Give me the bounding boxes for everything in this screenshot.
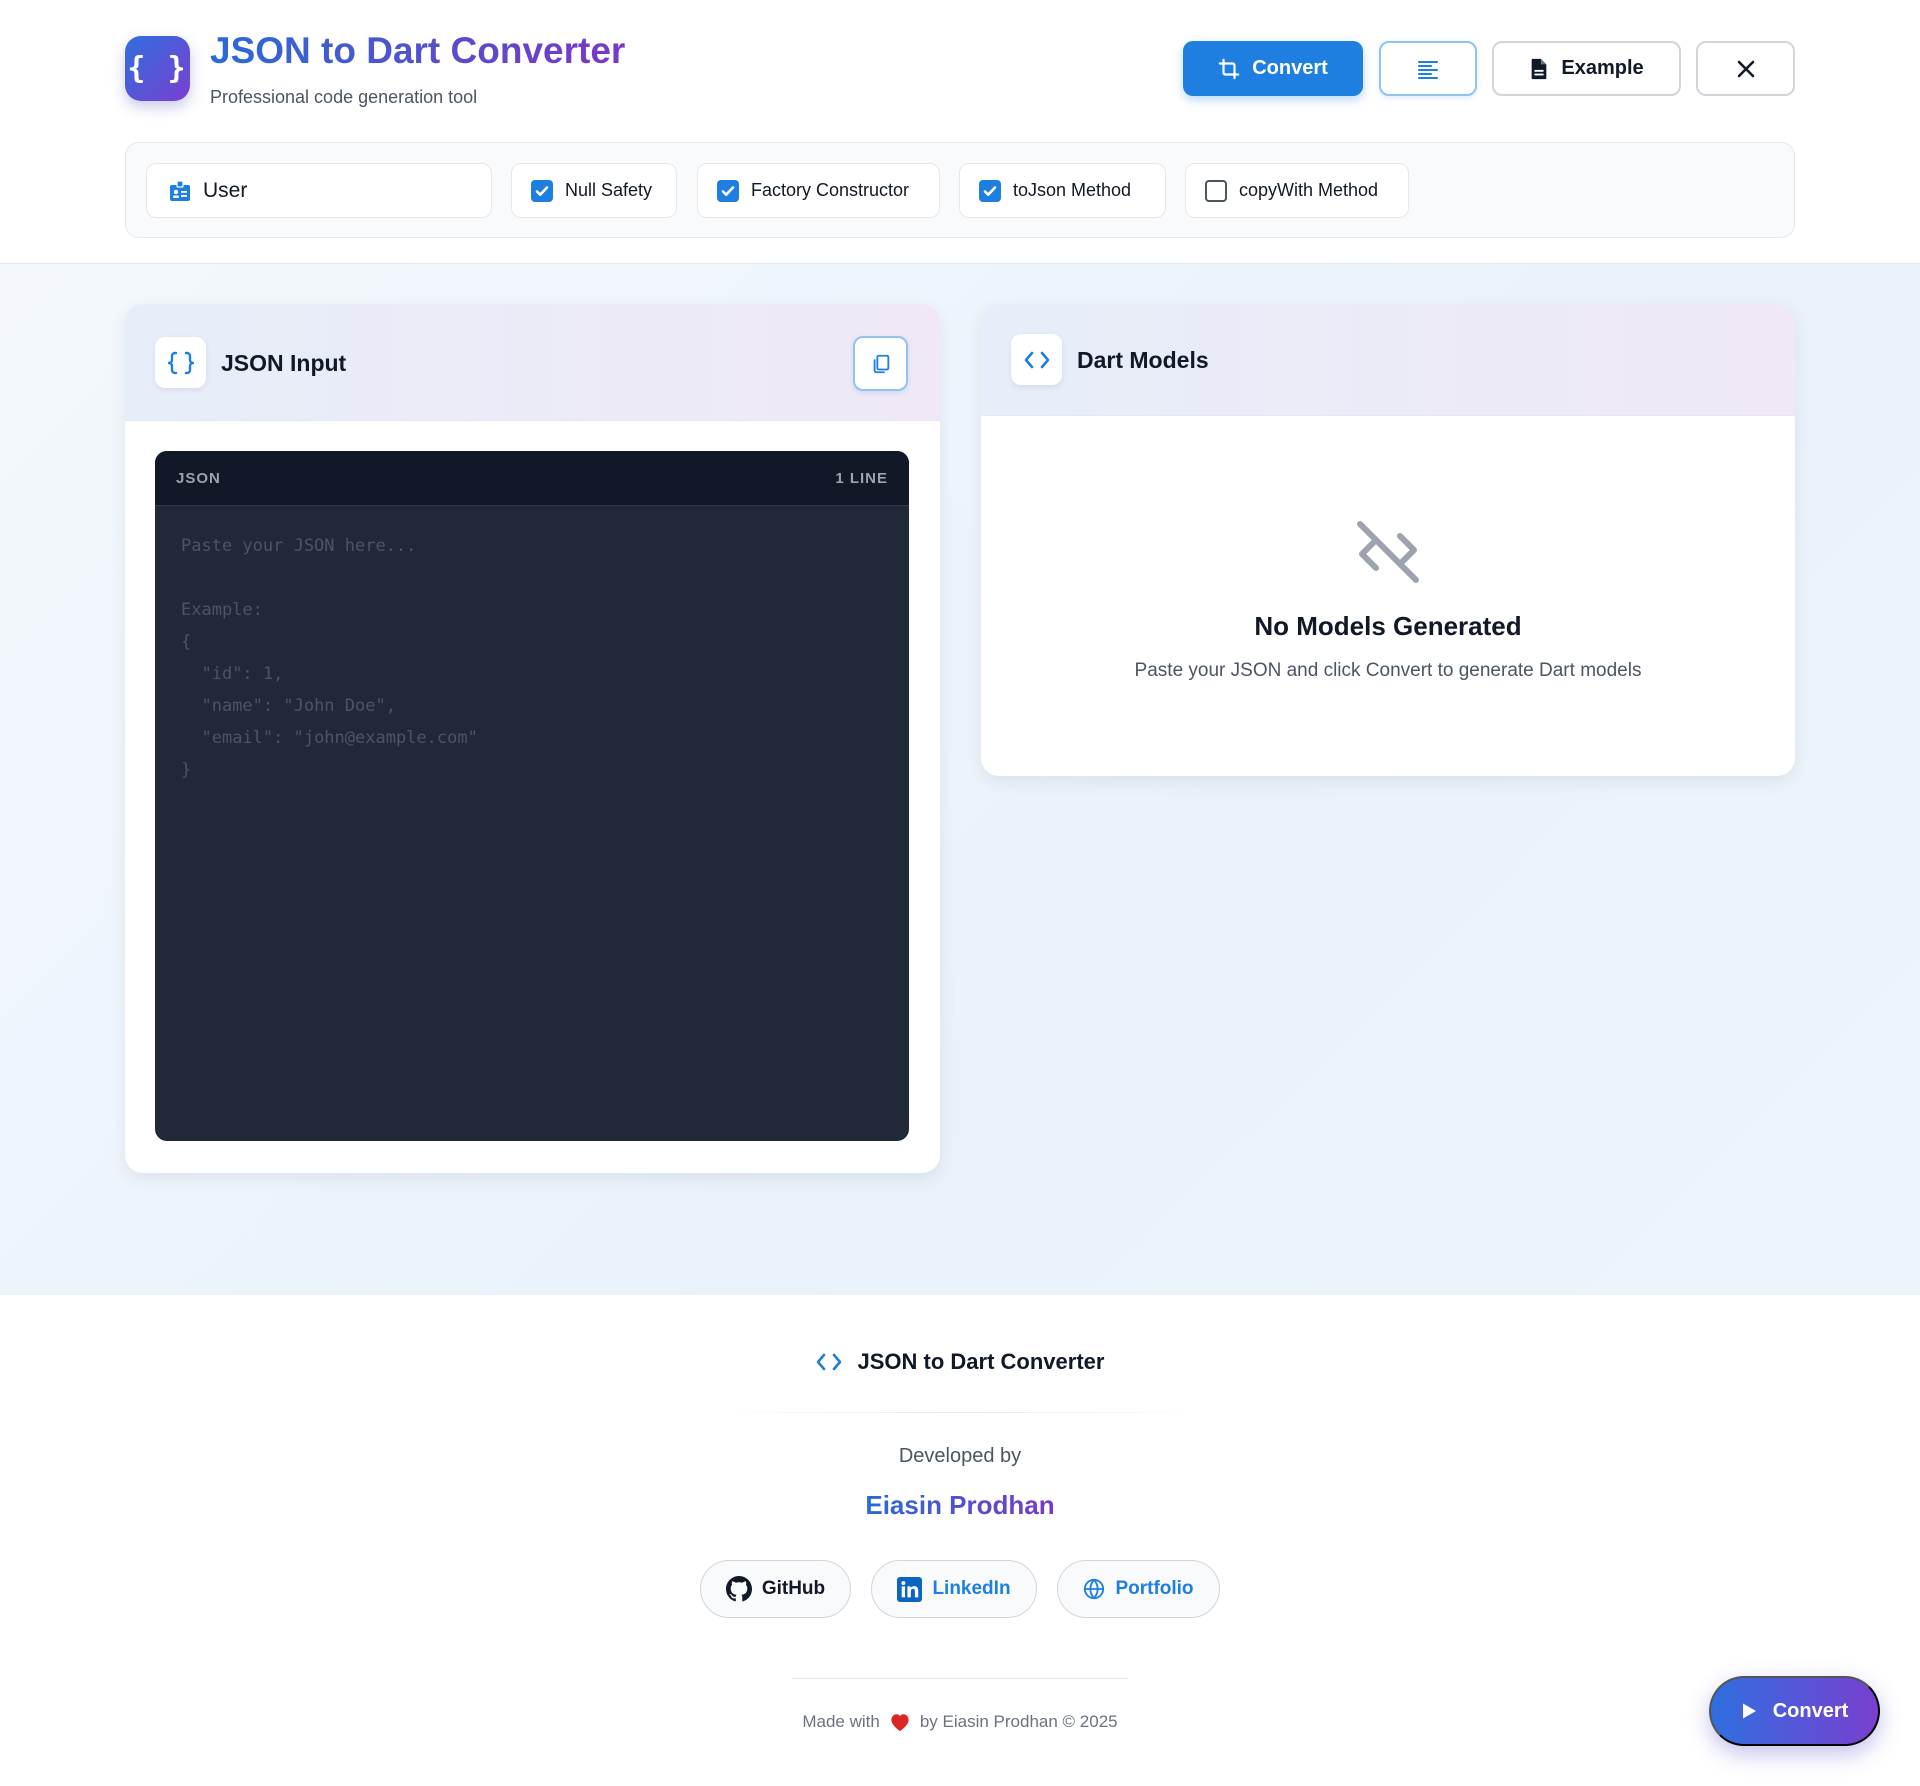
checkbox-checked-icon[interactable]	[531, 179, 553, 202]
format-button[interactable]	[1379, 41, 1477, 96]
close-icon	[1737, 60, 1755, 78]
example-button-label: Example	[1561, 57, 1644, 79]
linkedin-icon	[897, 1576, 923, 1602]
copy-icon	[870, 353, 892, 375]
empty-state-title: No Models Generated	[1254, 611, 1522, 641]
braces-icon	[155, 337, 206, 388]
floating-convert-button[interactable]: Convert	[1709, 1676, 1880, 1746]
made-with-prefix: Made with	[802, 1712, 880, 1731]
linkedin-link-label: LinkedIn	[932, 1578, 1011, 1599]
portfolio-link-label: Portfolio	[1115, 1578, 1194, 1599]
example-button[interactable]: Example	[1492, 41, 1681, 96]
option-label: copyWith Method	[1239, 180, 1379, 200]
footer-brand: JSON to Dart Converter	[0, 1349, 1920, 1375]
option-tojson-method[interactable]: toJson Method	[959, 163, 1166, 218]
dart-models-panel: Dart Models No Models Generated Paste yo…	[981, 304, 1795, 776]
heart-icon	[889, 1712, 911, 1732]
id-badge-icon	[169, 179, 191, 202]
app-logo: { }	[125, 36, 190, 101]
divider	[792, 1678, 1128, 1679]
panel-header: Dart Models	[981, 304, 1795, 416]
panel-title: JSON Input	[221, 350, 347, 376]
app-subtitle: Professional code generation tool	[210, 87, 478, 107]
developed-by-label: Developed by	[898, 1445, 1022, 1467]
divider	[720, 1412, 1200, 1413]
option-label: toJson Method	[1013, 180, 1132, 200]
floating-convert-label: Convert	[1772, 1699, 1849, 1722]
convert-button[interactable]: Convert	[1183, 41, 1363, 96]
github-icon	[725, 1576, 752, 1602]
developer-name: Eiasin Prodhan	[0, 1490, 1920, 1521]
document-icon	[1529, 58, 1549, 80]
editor-toolbar: JSON 1 LINE	[155, 451, 909, 506]
developer-name-text: Eiasin Prodhan	[865, 1490, 1055, 1520]
code-off-icon	[1352, 516, 1424, 588]
main-workspace: JSON Input JSON 1 LINE Paste your JSON h…	[0, 264, 1920, 1294]
play-icon	[1741, 1702, 1757, 1720]
empty-state-text: Paste your JSON and click Convert to gen…	[1134, 660, 1642, 681]
json-input-panel: JSON Input JSON 1 LINE	[125, 304, 940, 1173]
app-footer: JSON to Dart Converter Developed by Eias…	[0, 1294, 1920, 1786]
checkbox-unchecked-icon[interactable]	[1205, 179, 1227, 202]
class-name-field[interactable]	[146, 163, 492, 218]
made-with-credit: Made with by Eiasin Prodhan © 2025	[0, 1712, 1920, 1732]
code-icon	[1011, 334, 1062, 385]
panel-header: JSON Input	[125, 304, 940, 421]
app-title: JSON to Dart Converter	[210, 30, 626, 71]
clear-button[interactable]	[1696, 41, 1795, 96]
code-icon	[816, 1352, 842, 1372]
globe-icon	[1083, 1578, 1105, 1600]
option-factory-constructor[interactable]: Factory Constructor	[697, 163, 940, 218]
option-copywith-method[interactable]: copyWith Method	[1185, 163, 1409, 218]
option-label: Factory Constructor	[751, 180, 910, 200]
json-editor: JSON 1 LINE	[155, 451, 909, 1141]
editor-line-count: 1 LINE	[835, 470, 888, 487]
editor-language-label: JSON	[176, 470, 221, 487]
align-left-icon	[1416, 57, 1440, 81]
json-input-textarea[interactable]	[155, 506, 909, 1141]
github-link-label: GitHub	[761, 1578, 826, 1599]
app-header: { } JSON to Dart Converter Professional …	[0, 0, 1920, 264]
crop-icon	[1218, 58, 1240, 80]
convert-button-label: Convert	[1252, 57, 1328, 79]
checkbox-checked-icon[interactable]	[717, 179, 739, 202]
made-with-suffix: by Eiasin Prodhan © 2025	[919, 1712, 1118, 1731]
option-label: Null Safety	[565, 180, 653, 200]
panel-title: Dart Models	[1077, 347, 1209, 373]
class-name-input[interactable]	[203, 178, 483, 203]
option-null-safety[interactable]: Null Safety	[511, 163, 677, 218]
linkedin-link[interactable]: LinkedIn	[871, 1560, 1037, 1618]
footer-brand-label: JSON to Dart Converter	[857, 1349, 1105, 1374]
checkbox-checked-icon[interactable]	[979, 179, 1001, 202]
github-link[interactable]: GitHub	[700, 1560, 851, 1618]
copy-button[interactable]	[853, 336, 908, 391]
options-bar: Null Safety Factory Constructor toJson M…	[125, 142, 1795, 238]
portfolio-link[interactable]: Portfolio	[1057, 1560, 1220, 1618]
